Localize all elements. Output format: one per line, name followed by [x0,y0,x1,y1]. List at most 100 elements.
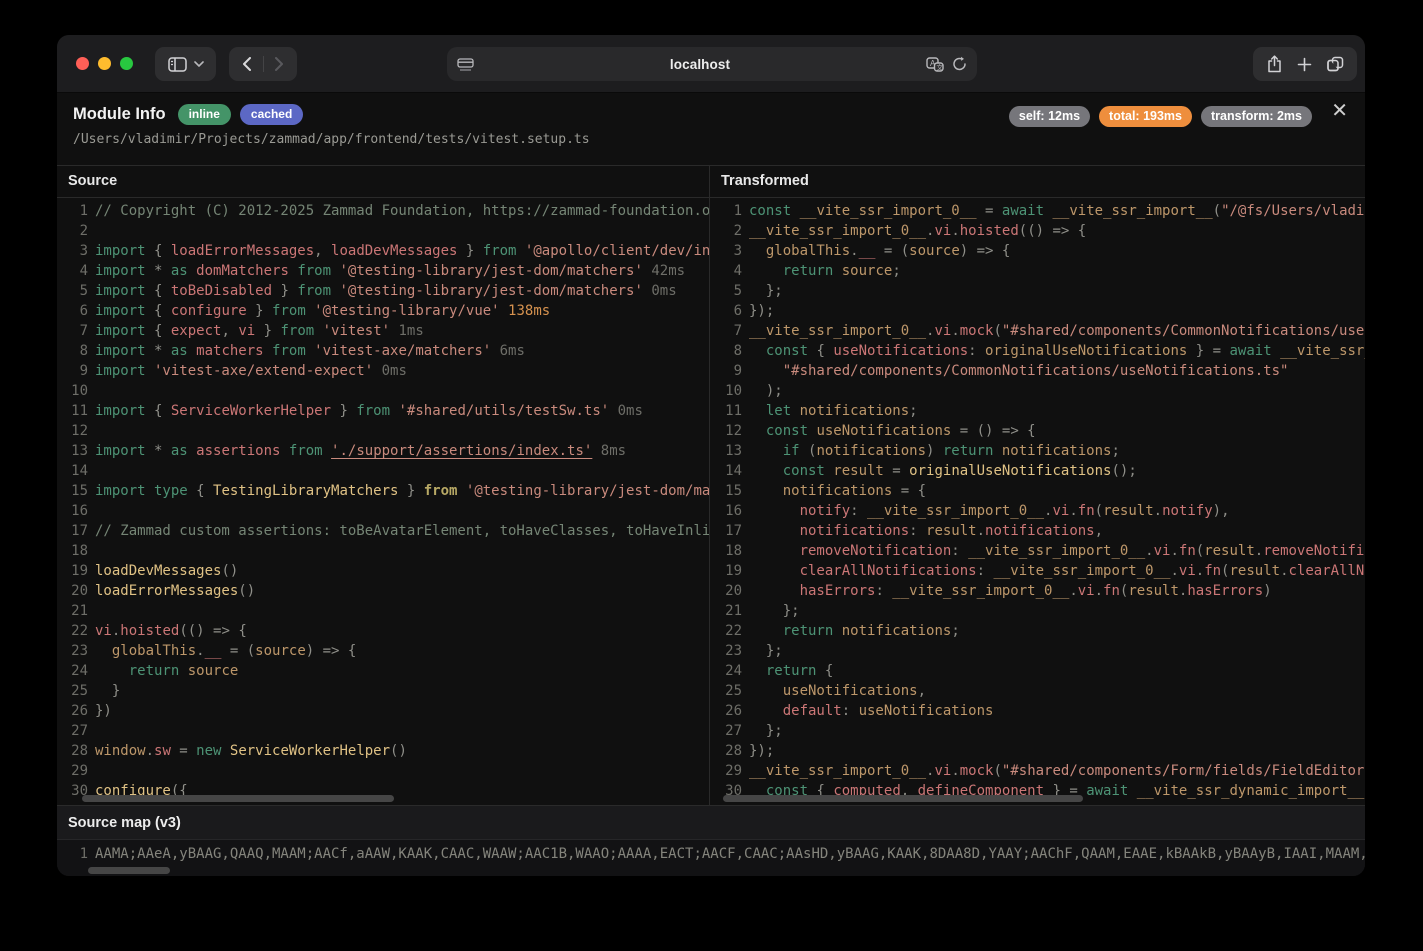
code-token: return [749,263,833,279]
line-number: 11 [710,401,742,421]
code-token: }; [749,643,783,659]
code-token: (() => { [179,623,246,639]
forward-button[interactable] [264,47,296,81]
line-number: 17 [710,521,742,541]
code-token: ) [926,443,943,459]
line-number: 15 [710,481,742,501]
close-icon[interactable]: ✕ [1327,97,1352,125]
tab-overview-icon[interactable] [1327,56,1344,72]
code-token: from [272,343,306,359]
badge-inline: inline [178,104,231,125]
code-token: from [424,483,458,499]
code-line: 23 globalThis.__ = (source) => { [57,641,709,661]
line-number: 14 [57,461,88,481]
code-token: import [95,263,146,279]
code-token: hasErrors [1187,583,1263,599]
code-line: 13 if (notifications) return notificatio… [710,441,1365,461]
translate-icon[interactable]: A 文 [926,57,944,72]
source-map-mappings: AAMA;AAeA,yBAAG,QAAQ,MAAM;AACf,aAAW,KAAK… [95,846,1365,862]
line-number: 21 [57,601,88,621]
address-bar[interactable]: localhost A 文 [447,47,977,81]
line-number: 21 [710,601,742,621]
line-number: 10 [710,381,742,401]
timing-badge-self: self: 12ms [1009,106,1090,127]
line-number: 12 [710,421,742,441]
code-token: 0ms [373,363,407,379]
close-window-button[interactable] [76,57,89,70]
code-token: () [390,743,407,759]
line-number: 26 [57,701,88,721]
code-token: , [314,243,331,259]
line-number: 25 [57,681,88,701]
line-number: 1 [57,201,88,221]
line-number: 18 [57,541,88,561]
zoom-window-button[interactable] [120,57,133,70]
code-token: default [749,703,842,719]
line-number: 7 [710,321,742,341]
code-token: loadDevMessages [331,243,457,259]
code-token: ( [1196,543,1204,559]
code-line: 23 }; [710,641,1365,661]
line-number: 22 [710,621,742,641]
code-token: ( [800,443,817,459]
code-token: '@testing-library/vue' [306,303,500,319]
new-tab-icon[interactable] [1297,57,1312,72]
transformed-code[interactable]: 1const __vite_ssr_import_0__ = await __v… [710,201,1365,805]
code-token: 'vitest-axe/matchers' [306,343,491,359]
back-button[interactable] [231,47,263,81]
code-token: vi [934,323,951,339]
code-token: '@apollo/client/dev/index.js' [516,243,709,259]
minimize-window-button[interactable] [98,57,111,70]
code-line: 14 const result = originalUseNotificatio… [710,461,1365,481]
code-token: . [951,223,959,239]
browser-window: localhost A 文 [57,35,1365,876]
code-token: mock [960,323,994,339]
code-token: clearAllNotifications [749,563,977,579]
code-token: 'vitest' [314,323,390,339]
code-line: 26 default: useNotifications [710,701,1365,721]
line-number: 13 [57,441,88,461]
code-token: return [749,623,833,639]
line-number: 28 [57,741,88,761]
code-token: notifications [749,523,909,539]
sidebar-icon[interactable] [168,57,187,72]
code-token: loadErrorMessages [95,583,238,599]
code-token: source [255,643,306,659]
code-line: 18 [57,541,709,561]
page-settings-icon[interactable] [457,58,474,71]
module-link[interactable]: './support/assertions/index.ts' [331,443,592,459]
code-token: "#shared/components/CommonNotifications/… [749,363,1288,379]
code-token: notifications [791,403,909,419]
code-token: vi [1179,563,1196,579]
line-number: 24 [710,661,742,681]
code-token: }); [749,743,774,759]
code-line: 17// Zammad custom assertions: toBeAvata… [57,521,709,541]
source-horizontal-scrollbar[interactable] [82,795,394,802]
code-token: hoisted [960,223,1019,239]
code-token: import [95,283,146,299]
source-code[interactable]: 1// Copyright (C) 2012-2025 Zammad Found… [57,201,709,805]
code-token: '@testing-library/jest-dom/matchers' [457,483,709,499]
line-number: 12 [57,421,88,441]
share-icon[interactable] [1267,55,1282,73]
code-token: { [816,663,833,679]
chevron-down-icon[interactable] [194,61,204,67]
toolbar-right-buttons [1253,47,1357,81]
code-line: 13import * as assertions from './support… [57,441,709,461]
code-line: 25 } [57,681,709,701]
code-token: from [280,323,314,339]
reload-icon[interactable] [952,56,967,72]
line-number: 22 [57,621,88,641]
code-line: 18 removeNotification: __vite_ssr_import… [710,541,1365,561]
code-token: . [1170,563,1178,579]
code-token: }; [749,603,800,619]
code-token: ) [1263,583,1271,599]
code-token: . [1095,583,1103,599]
code-token: result [1128,583,1179,599]
source-map-horizontal-scrollbar[interactable] [88,867,170,874]
source-map-line: 1 AAMA;AAeA,yBAAG,QAAQ,MAAM;AACf,aAAW,KA… [57,840,1365,867]
code-line: 8import * as matchers from 'vitest-axe/m… [57,341,709,361]
line-number: 7 [57,321,88,341]
transformed-horizontal-scrollbar[interactable] [723,795,1083,802]
code-token: }) [95,703,112,719]
